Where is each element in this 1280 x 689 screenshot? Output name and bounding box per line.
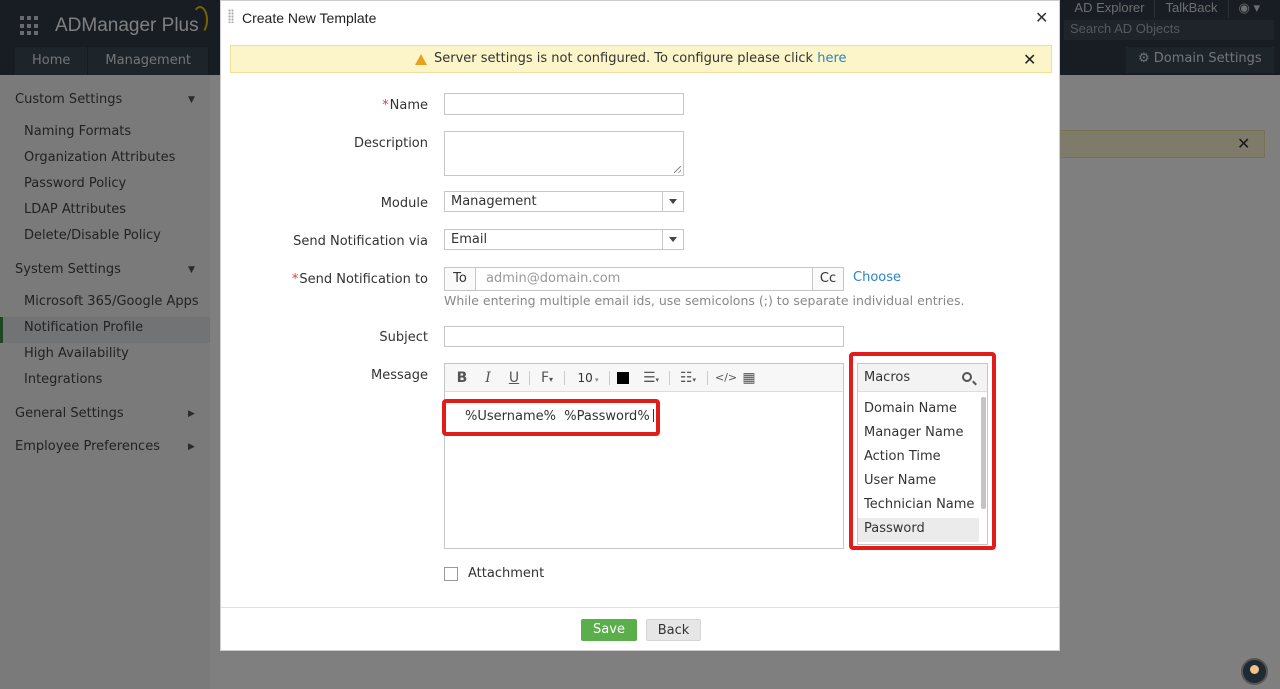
cc-button[interactable]: Cc [812,268,843,290]
text-color-icon[interactable] [617,372,629,384]
recipient-field: To admin@domain.com Cc [444,267,844,291]
attachment-checkbox[interactable] [444,567,458,581]
recipient-email-input[interactable]: admin@domain.com [477,268,812,290]
send-via-select[interactable]: Email [444,229,684,250]
description-label: Description [353,136,428,151]
description-textarea[interactable] [444,131,684,176]
underline-icon[interactable]: U [507,369,521,387]
required-marker: * [382,98,389,113]
drag-handle-icon[interactable] [228,9,234,23]
module-select[interactable]: Management [444,191,684,212]
footer-divider [221,607,1059,608]
resize-grip-icon[interactable] [674,166,681,173]
chevron-down-icon[interactable] [662,192,683,211]
save-button[interactable]: Save [581,619,637,641]
bold-icon[interactable]: B [455,369,469,387]
chevron-down-icon[interactable] [662,230,683,249]
table-icon[interactable]: ▦ [741,369,757,387]
editor-toolbar: B I U F▾ 10 ▾ ☰▾ ☷▾ </> ▦ [445,364,843,392]
configure-here-link[interactable]: here [817,51,846,66]
back-button[interactable]: Back [646,619,701,641]
subject-input[interactable] [444,326,844,347]
required-marker: * [291,272,299,287]
warning-icon [415,54,427,65]
subject-label: Subject [379,330,428,345]
dialog-title: Create New Template [242,10,377,26]
send-to-label: *Send Notification to [291,272,428,287]
list-icon[interactable]: ☷▾ [677,369,699,387]
create-template-dialog: Create New Template ✕ Server settings is… [220,0,1060,651]
toolbar-divider [529,371,530,385]
close-icon[interactable]: ✕ [1035,10,1049,26]
toolbar-divider [669,371,670,385]
message-editor: B I U F▾ 10 ▾ ☰▾ ☷▾ </> ▦ %Username% %Pa… [444,363,844,549]
message-label: Message [371,368,428,383]
code-icon[interactable]: </> [715,369,737,387]
module-value: Management [451,194,537,209]
italic-icon[interactable]: I [481,369,495,387]
close-icon[interactable]: ✕ [1023,50,1036,69]
message-highlight-box [442,399,660,436]
server-settings-alert: Server settings is not configured. To co… [230,45,1052,73]
font-family-icon[interactable]: F▾ [538,369,556,387]
recipient-hint: While entering multiple email ids, use s… [444,293,965,308]
font-size-select[interactable]: 10 ▾ [573,369,603,387]
module-label: Module [380,196,428,211]
send-via-label: Send Notification via [293,234,428,249]
toolbar-divider [564,371,565,385]
name-input[interactable] [444,93,684,115]
alert-message: Server settings is not configured. To co… [434,51,818,66]
send-via-value: Email [451,232,488,247]
to-button[interactable]: To [445,268,476,290]
chat-assistant-icon[interactable] [1241,658,1268,685]
dialog-title-bar[interactable]: Create New Template ✕ [221,1,1059,36]
toolbar-divider [609,371,610,385]
attachment-label: Attachment [468,566,545,581]
toolbar-divider [707,371,708,385]
choose-recipients-link[interactable]: Choose [853,270,901,285]
macros-highlight-box [849,352,996,550]
align-icon[interactable]: ☰▾ [641,369,661,387]
name-label: *Name [382,98,428,113]
